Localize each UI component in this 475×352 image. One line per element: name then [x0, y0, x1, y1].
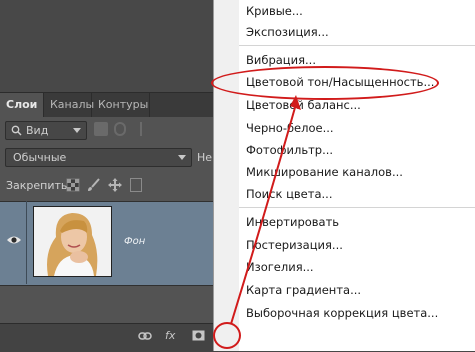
annotation-arrow	[230, 95, 301, 325]
